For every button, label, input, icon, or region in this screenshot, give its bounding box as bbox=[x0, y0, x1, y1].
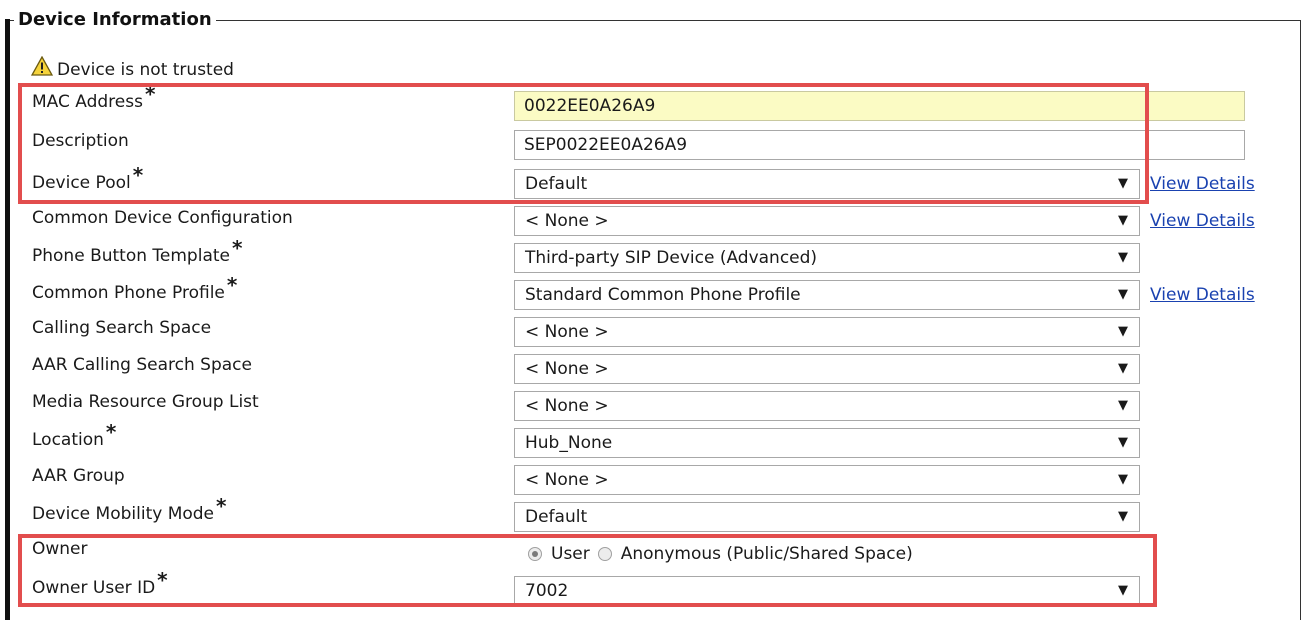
owner-user-id-label: Owner User ID * bbox=[32, 568, 168, 598]
owner-radio-group: User Anonymous (Public/Shared Space) bbox=[528, 540, 921, 568]
description-input[interactable]: SEP0022EE0A26A9 bbox=[514, 130, 1245, 160]
required-marker: * bbox=[132, 163, 144, 187]
aar-calling-search-space-value: < None > bbox=[525, 359, 609, 379]
warning-triangle-icon bbox=[30, 55, 54, 84]
section-title: Device Information bbox=[14, 8, 216, 32]
common-phone-profile-label: Common Phone Profile * bbox=[32, 273, 238, 303]
mac-address-label: MAC Address * bbox=[32, 82, 156, 112]
warning-text: Device is not trusted bbox=[57, 60, 234, 80]
phone-button-template-value: Third-party SIP Device (Advanced) bbox=[525, 248, 818, 268]
dropdown-arrow-icon: ▼ bbox=[1118, 250, 1128, 265]
required-marker: * bbox=[216, 494, 227, 518]
device-trust-warning: Device is not trusted bbox=[30, 55, 234, 84]
required-marker: * bbox=[157, 568, 168, 592]
aar-group-select[interactable]: < None > ▼ bbox=[514, 465, 1140, 495]
dropdown-arrow-icon: ▼ bbox=[1118, 176, 1128, 191]
dropdown-arrow-icon: ▼ bbox=[1118, 398, 1128, 413]
aar-calling-search-space-select[interactable]: < None > ▼ bbox=[514, 354, 1140, 384]
device-pool-label: Device Pool * bbox=[32, 163, 144, 193]
dropdown-arrow-icon: ▼ bbox=[1118, 435, 1128, 450]
phone-button-template-label: Phone Button Template * bbox=[32, 236, 243, 266]
location-value: Hub_None bbox=[525, 433, 613, 453]
device-mobility-mode-label: Device Mobility Mode * bbox=[32, 494, 227, 524]
calling-search-space-label: Calling Search Space bbox=[32, 318, 212, 338]
mac-address-input[interactable]: 0022EE0A26A9 bbox=[514, 91, 1245, 121]
aar-calling-search-space-label: AAR Calling Search Space bbox=[32, 355, 252, 375]
aar-group-value: < None > bbox=[525, 470, 609, 490]
dropdown-arrow-icon: ▼ bbox=[1118, 583, 1128, 598]
description-label: Description bbox=[32, 131, 129, 151]
common-device-configuration-value: < None > bbox=[525, 211, 609, 231]
dropdown-arrow-icon: ▼ bbox=[1118, 509, 1128, 524]
owner-user-radio[interactable] bbox=[528, 547, 542, 561]
required-marker: * bbox=[226, 273, 238, 297]
common-phone-profile-value: Standard Common Phone Profile bbox=[525, 285, 801, 305]
calling-search-space-select[interactable]: < None > ▼ bbox=[514, 317, 1140, 347]
dropdown-arrow-icon: ▼ bbox=[1118, 361, 1128, 376]
calling-search-space-value: < None > bbox=[525, 322, 609, 342]
device-pool-select[interactable]: Default ▼ bbox=[514, 169, 1140, 199]
location-select[interactable]: Hub_None ▼ bbox=[514, 428, 1140, 458]
owner-user-label[interactable]: User bbox=[551, 544, 590, 564]
phone-button-template-select[interactable]: Third-party SIP Device (Advanced) ▼ bbox=[514, 243, 1140, 273]
dropdown-arrow-icon: ▼ bbox=[1118, 213, 1128, 228]
common-device-configuration-select[interactable]: < None > ▼ bbox=[514, 206, 1140, 236]
owner-anonymous-label[interactable]: Anonymous (Public/Shared Space) bbox=[621, 544, 913, 564]
owner-anonymous-radio[interactable] bbox=[597, 547, 612, 561]
device-mobility-mode-value: Default bbox=[525, 507, 588, 527]
device-mobility-mode-select[interactable]: Default ▼ bbox=[514, 502, 1140, 532]
media-resource-group-list-value: < None > bbox=[525, 396, 609, 416]
dropdown-arrow-icon: ▼ bbox=[1118, 324, 1128, 339]
required-marker: * bbox=[231, 236, 243, 260]
device-pool-value: Default bbox=[525, 174, 588, 194]
required-marker: * bbox=[105, 420, 117, 444]
media-resource-group-list-select[interactable]: < None > ▼ bbox=[514, 391, 1140, 421]
common-phone-profile-view-details-link[interactable]: View Details bbox=[1150, 281, 1255, 309]
location-label: Location * bbox=[32, 420, 117, 450]
device-pool-view-details-link[interactable]: View Details bbox=[1150, 170, 1255, 198]
dropdown-arrow-icon: ▼ bbox=[1118, 472, 1128, 487]
owner-user-id-select[interactable]: 7002 ▼ bbox=[514, 576, 1140, 606]
owner-label: Owner bbox=[32, 539, 88, 559]
dropdown-arrow-icon: ▼ bbox=[1118, 287, 1128, 302]
required-marker: * bbox=[144, 82, 156, 106]
aar-group-label: AAR Group bbox=[32, 466, 125, 486]
common-device-configuration-view-details-link[interactable]: View Details bbox=[1150, 207, 1255, 235]
owner-user-id-value: 7002 bbox=[525, 581, 569, 601]
media-resource-group-list-label: Media Resource Group List bbox=[32, 392, 259, 412]
common-device-configuration-label: Common Device Configuration bbox=[32, 208, 293, 228]
common-phone-profile-select[interactable]: Standard Common Phone Profile ▼ bbox=[514, 280, 1140, 310]
